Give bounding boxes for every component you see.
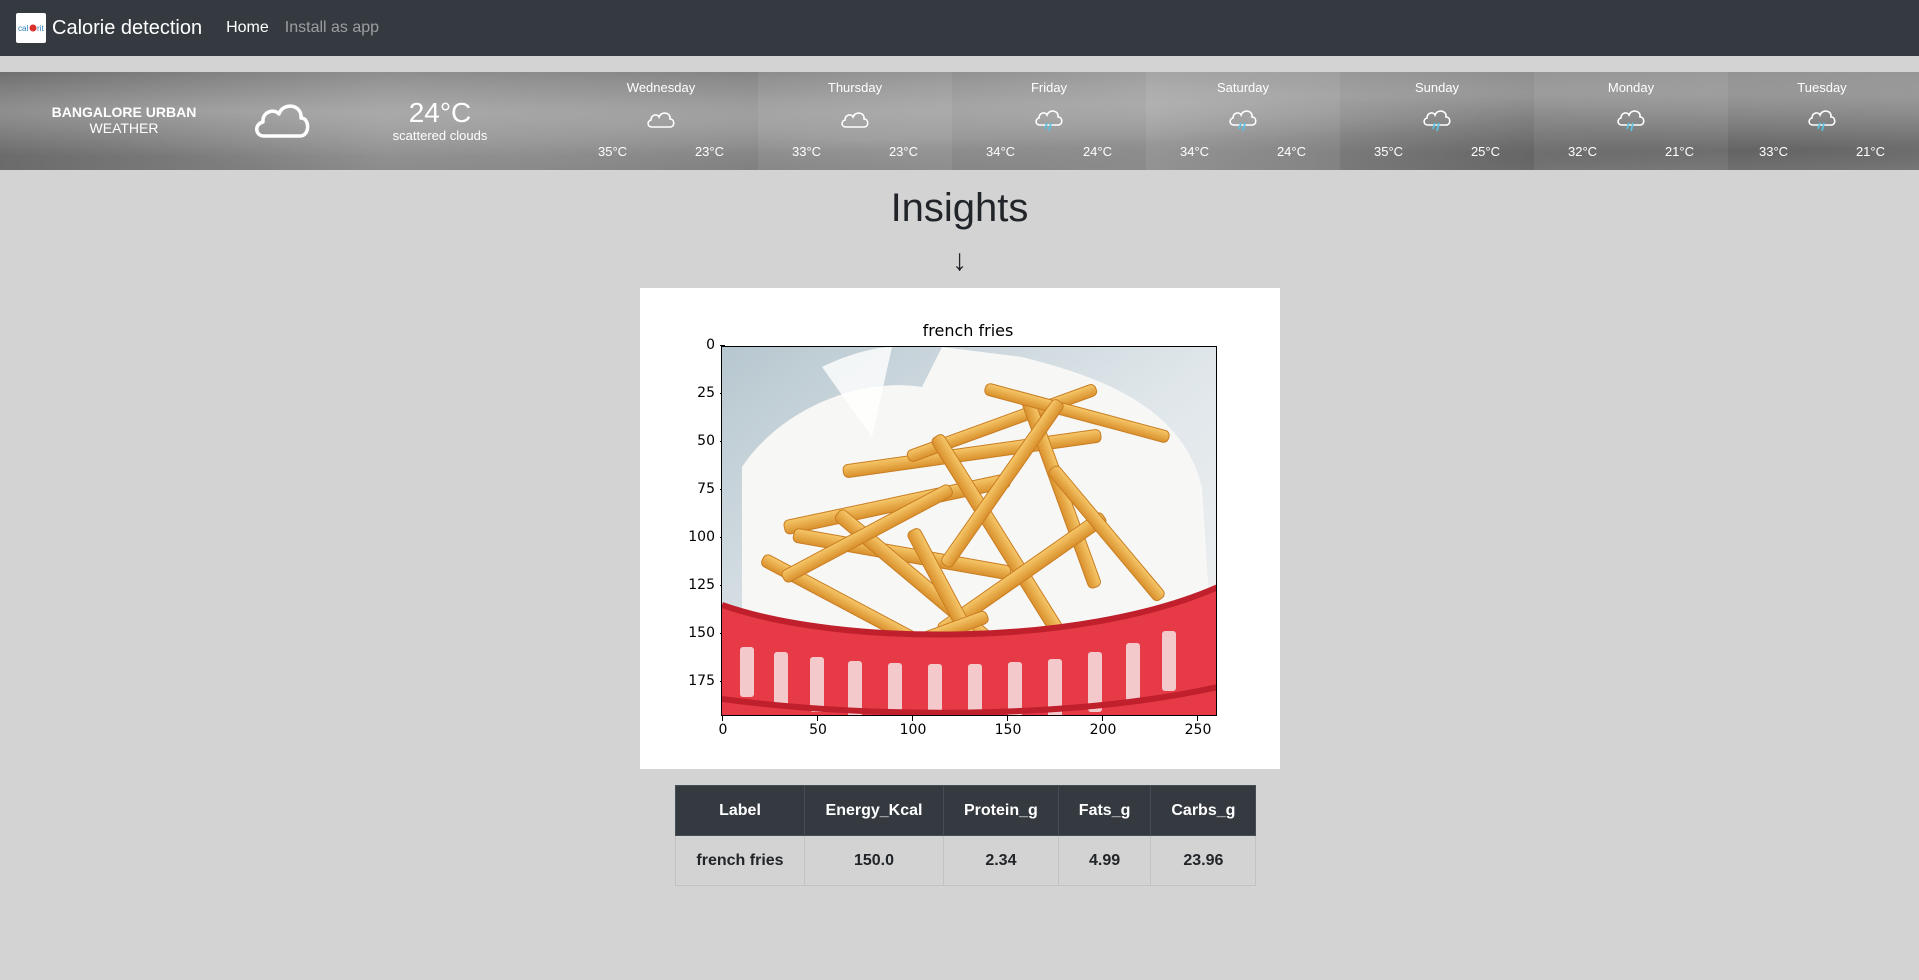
forecast-high: 35°C bbox=[598, 144, 628, 159]
forecast-low: 24°C bbox=[1276, 144, 1306, 159]
cloud-icon bbox=[840, 108, 870, 133]
plot-title: french fries bbox=[922, 321, 1014, 340]
prediction-plot: french fries 0 25 50 75 100 125 150 175 bbox=[640, 288, 1280, 769]
forecast-day-thursday: Thursday 33°C 23°C bbox=[758, 72, 952, 170]
y-tick-label: 0 bbox=[706, 337, 725, 353]
y-tick-label: 100 bbox=[688, 529, 725, 545]
rain-cloud-icon bbox=[1422, 108, 1452, 137]
current-description: scattered clouds bbox=[392, 128, 488, 143]
forecast-low: 24°C bbox=[1082, 144, 1112, 159]
forecast-day-tuesday: Tuesday 33°C 21°C bbox=[1725, 72, 1919, 170]
y-tick-label: 175 bbox=[688, 673, 725, 689]
weather-location: BANGALORE URBAN WEATHER bbox=[40, 104, 208, 136]
cloud-icon bbox=[646, 108, 676, 133]
y-tick-label: 75 bbox=[697, 481, 725, 497]
weather-city: BANGALORE URBAN bbox=[51, 104, 197, 120]
forecast-day-monday: Monday 32°C 21°C bbox=[1534, 72, 1728, 170]
forecast-high: 34°C bbox=[1180, 144, 1210, 159]
forecast-high: 35°C bbox=[1374, 144, 1404, 159]
top-navbar: cal rit Calorie detection Home Install a… bbox=[0, 0, 1919, 56]
y-tick-label: 50 bbox=[697, 433, 725, 449]
cloud-icon bbox=[252, 96, 312, 147]
cell-fats: 4.99 bbox=[1057, 835, 1152, 886]
column-header-label: Label bbox=[675, 785, 805, 836]
x-tick-label: 150 bbox=[988, 716, 1028, 738]
forecast-day-name: Saturday bbox=[1216, 80, 1270, 95]
forecast-high: 33°C bbox=[792, 144, 822, 159]
table-row: french fries 150.0 2.34 4.99 23.96 bbox=[675, 835, 1257, 886]
weather-widget: BANGALORE URBAN WEATHER 24°C scattered c… bbox=[0, 72, 1919, 170]
forecast-day-wednesday: Wednesday 35°C 23°C bbox=[564, 72, 758, 170]
y-tick-label: 150 bbox=[688, 625, 725, 641]
current-weather: 24°C scattered clouds bbox=[390, 97, 490, 144]
table-header-row: Label Energy_Kcal Protein_g Fats_g Carbs… bbox=[675, 785, 1257, 836]
cell-carbs: 23.96 bbox=[1150, 835, 1257, 886]
nav-home-link[interactable]: Home bbox=[226, 19, 269, 37]
forecast-day-name: Sunday bbox=[1414, 80, 1460, 95]
column-header-fats: Fats_g bbox=[1057, 785, 1152, 836]
y-tick-label: 25 bbox=[697, 385, 725, 401]
x-tick-label: 50 bbox=[798, 716, 838, 738]
current-temperature: 24°C bbox=[408, 97, 472, 128]
x-tick-label: 0 bbox=[703, 716, 743, 738]
nav-install-app-link[interactable]: Install as app bbox=[285, 19, 379, 37]
x-tick-label: 100 bbox=[893, 716, 933, 738]
forecast-day-saturday: Saturday 34°C 24°C bbox=[1146, 72, 1340, 170]
cell-protein: 2.34 bbox=[943, 835, 1059, 886]
page-title: Insights bbox=[890, 186, 1029, 230]
forecast-low: 21°C bbox=[1855, 144, 1885, 159]
rain-cloud-icon bbox=[1807, 108, 1837, 137]
svg-text:rit: rit bbox=[37, 24, 44, 33]
forecast-low: 23°C bbox=[888, 144, 918, 159]
forecast-low: 25°C bbox=[1470, 144, 1500, 159]
column-header-energy: Energy_Kcal bbox=[804, 785, 944, 836]
forecast-low: 23°C bbox=[694, 144, 724, 159]
forecast-low: 21°C bbox=[1664, 144, 1694, 159]
rain-cloud-icon bbox=[1034, 108, 1064, 137]
x-tick-label: 200 bbox=[1083, 716, 1123, 738]
forecast-day-name: Monday bbox=[1607, 80, 1655, 95]
cell-energy: 150.0 bbox=[804, 835, 944, 886]
forecast-day-name: Friday bbox=[1030, 80, 1068, 95]
forecast-high: 33°C bbox=[1759, 144, 1789, 159]
forecast-day-name: Thursday bbox=[827, 80, 883, 95]
x-tick-label: 250 bbox=[1178, 716, 1218, 738]
nutrition-table: Label Energy_Kcal Protein_g Fats_g Carbs… bbox=[675, 785, 1257, 886]
forecast-day-name: Tuesday bbox=[1797, 80, 1847, 95]
forecast-high: 32°C bbox=[1568, 144, 1598, 159]
forecast-high: 34°C bbox=[986, 144, 1016, 159]
forecast-day-sunday: Sunday 35°C 25°C bbox=[1340, 72, 1534, 170]
svg-text:cal: cal bbox=[18, 24, 28, 33]
rain-cloud-icon bbox=[1228, 108, 1258, 137]
forecast-day-friday: Friday 34°C 24°C bbox=[952, 72, 1146, 170]
brand-name[interactable]: Calorie detection bbox=[52, 17, 202, 40]
weather-label: WEATHER bbox=[89, 120, 159, 136]
y-tick-label: 125 bbox=[688, 577, 725, 593]
app-logo-icon[interactable]: cal rit bbox=[16, 13, 46, 43]
cell-label: french fries bbox=[675, 835, 805, 886]
food-image bbox=[721, 346, 1217, 716]
column-header-carbs: Carbs_g bbox=[1150, 785, 1257, 836]
rain-cloud-icon bbox=[1616, 108, 1646, 137]
column-header-protein: Protein_g bbox=[943, 785, 1059, 836]
forecast-day-name: Wednesday bbox=[626, 80, 696, 95]
down-arrow-icon: ↓ bbox=[952, 244, 967, 277]
